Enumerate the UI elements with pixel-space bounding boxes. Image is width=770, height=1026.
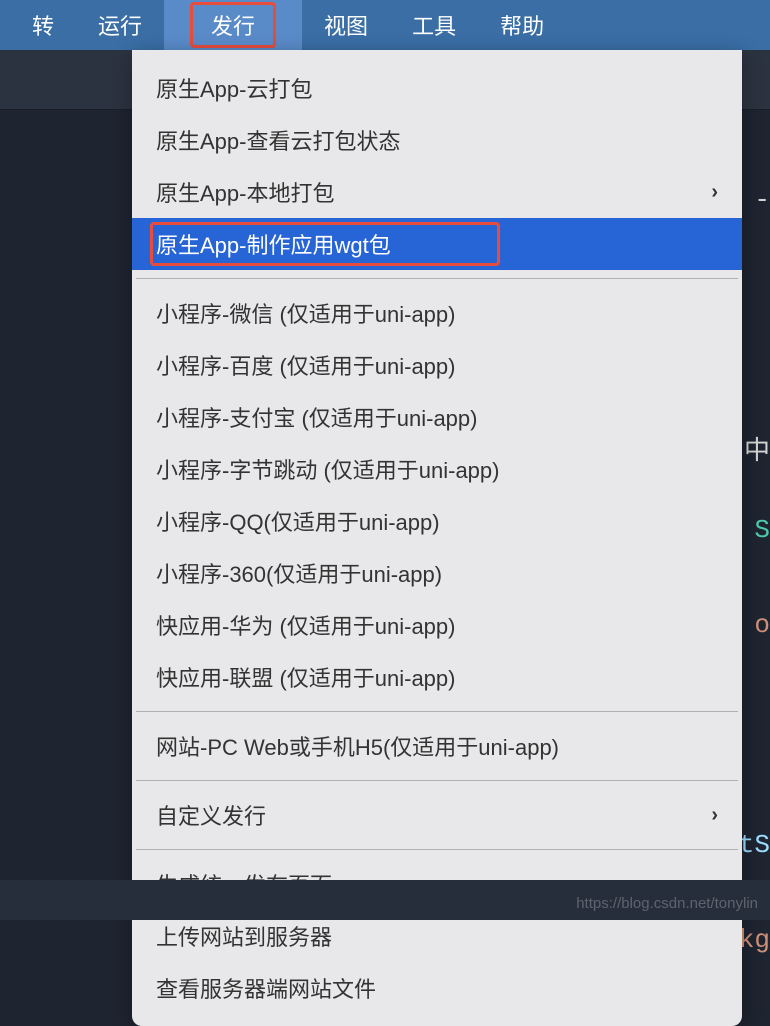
dropdown-item[interactable]: 原生App-云打包 [132, 62, 742, 114]
dropdown-item-label: 自定义发行 [156, 799, 266, 831]
menu-item-view[interactable]: 视图 [302, 0, 390, 50]
chevron-right-icon: › [711, 804, 718, 827]
dropdown-item-label: 快应用-华为 (仅适用于uni-app) [156, 609, 455, 641]
dropdown-item-label: 小程序-360(仅适用于uni-app) [156, 557, 442, 589]
dropdown-item[interactable]: 查看服务器端网站文件 [132, 962, 742, 1014]
dropdown-item-label: 原生App-本地打包 [156, 176, 334, 208]
dropdown-item[interactable]: 小程序-360(仅适用于uni-app) [132, 547, 742, 599]
menu-item-zhuan[interactable]: 转 [10, 0, 76, 50]
dropdown-item-label: 小程序-QQ(仅适用于uni-app) [156, 505, 440, 537]
menu-item-publish[interactable]: 发行 [164, 0, 302, 50]
dropdown-item-label: 网站-PC Web或手机H5(仅适用于uni-app) [156, 730, 559, 762]
dropdown-item-label: 小程序-微信 (仅适用于uni-app) [156, 297, 455, 329]
dropdown-item-label: 小程序-支付宝 (仅适用于uni-app) [156, 401, 477, 433]
code-text: S [754, 515, 770, 545]
menubar: 转 运行 发行 视图 工具 帮助 [0, 0, 770, 50]
dropdown-item-label: 查看服务器端网站文件 [156, 972, 376, 1004]
dropdown-item[interactable]: 网站-PC Web或手机H5(仅适用于uni-app) [132, 720, 742, 772]
code-text: 中 [744, 430, 770, 467]
dropdown-item-label: 小程序-字节跳动 (仅适用于uni-app) [156, 453, 499, 485]
watermark: https://blog.csdn.net/tonylin [576, 895, 758, 912]
dropdown-item[interactable]: 快应用-华为 (仅适用于uni-app) [132, 599, 742, 651]
dropdown-item-label: 小程序-百度 (仅适用于uni-app) [156, 349, 455, 381]
code-text: tS [739, 830, 770, 860]
dropdown-item[interactable]: 快应用-联盟 (仅适用于uni-app) [132, 651, 742, 703]
dropdown-item-label: 原生App-查看云打包状态 [156, 124, 400, 156]
dropdown-divider [136, 278, 738, 279]
dropdown-divider [136, 780, 738, 781]
code-text: - [754, 185, 770, 215]
dropdown-item[interactable]: 自定义发行 › [132, 789, 742, 841]
dropdown-item-label: 原生App-云打包 [156, 72, 312, 104]
code-text: o [754, 610, 770, 640]
chevron-right-icon: › [711, 181, 718, 204]
dropdown-item[interactable]: 小程序-字节跳动 (仅适用于uni-app) [132, 443, 742, 495]
dropdown-item[interactable]: 原生App-查看云打包状态 [132, 114, 742, 166]
dropdown-item-label: 快应用-联盟 (仅适用于uni-app) [156, 661, 455, 693]
dropdown-item[interactable]: 小程序-微信 (仅适用于uni-app) [132, 287, 742, 339]
dropdown-item[interactable]: 小程序-百度 (仅适用于uni-app) [132, 339, 742, 391]
dropdown-divider [136, 711, 738, 712]
dropdown-item[interactable]: 原生App-制作应用wgt包 [132, 218, 742, 270]
dropdown-item-label: 原生App-制作应用wgt包 [156, 228, 391, 260]
dropdown-divider [136, 849, 738, 850]
menu-item-run[interactable]: 运行 [76, 0, 164, 50]
dropdown-item[interactable]: 小程序-支付宝 (仅适用于uni-app) [132, 391, 742, 443]
menu-highlight: 发行 [190, 2, 276, 48]
code-text: kg [739, 925, 770, 955]
dropdown-item-label: 上传网站到服务器 [156, 920, 332, 952]
menu-item-help[interactable]: 帮助 [478, 0, 566, 50]
menu-item-tools[interactable]: 工具 [390, 0, 478, 50]
dropdown-item[interactable]: 原生App-本地打包 › [132, 166, 742, 218]
dropdown-item[interactable]: 小程序-QQ(仅适用于uni-app) [132, 495, 742, 547]
